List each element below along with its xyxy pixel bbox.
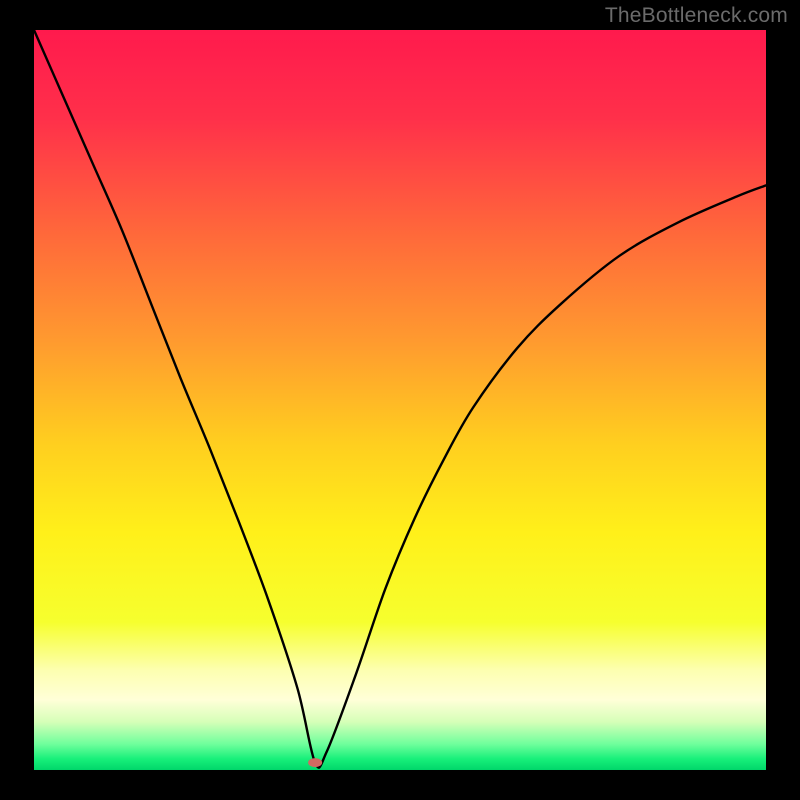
chart-frame: TheBottleneck.com [0, 0, 800, 800]
plot-background [34, 30, 766, 770]
chart-canvas [0, 0, 800, 800]
optimum-marker [308, 758, 322, 767]
watermark-text: TheBottleneck.com [605, 4, 788, 28]
